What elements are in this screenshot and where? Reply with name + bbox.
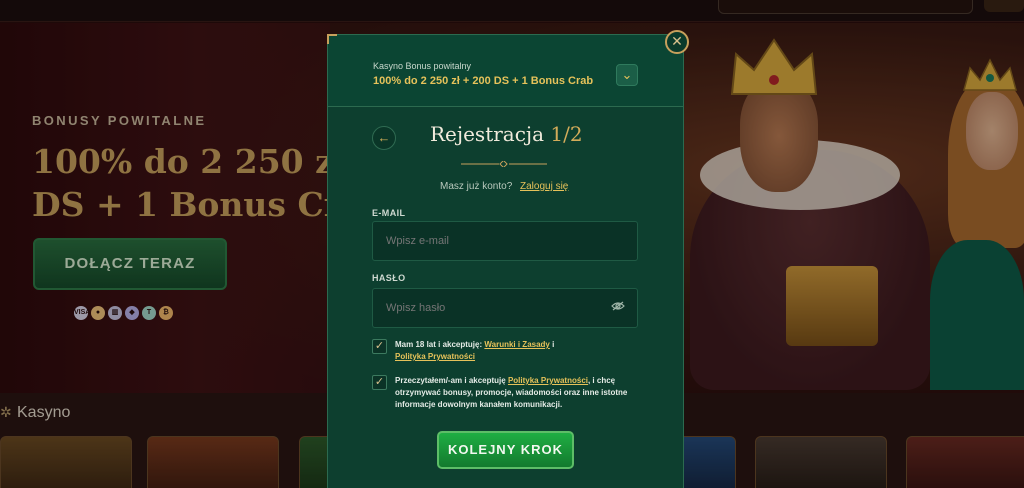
terms-link[interactable]: Warunki i Zasady bbox=[484, 340, 550, 349]
login-link[interactable]: Zaloguj się bbox=[520, 181, 568, 192]
terms-text: Mam 18 lat i akceptuję: Warunki i Zasady… bbox=[395, 339, 645, 363]
marketing-privacy-link[interactable]: Polityka Prywatności bbox=[508, 376, 588, 385]
next-step-button[interactable]: KOLEJNY KROK bbox=[437, 431, 574, 469]
terms-text-part1: Mam 18 lat i akceptuję: bbox=[395, 340, 485, 349]
marketing-text: Przeczytałem/-am i akceptuję Polityka Pr… bbox=[395, 375, 645, 411]
registration-modal: Kasyno Bonus powitalny 100% do 2 250 zł … bbox=[327, 34, 684, 488]
corner-ornament bbox=[327, 34, 337, 44]
terms-text-part2: i bbox=[549, 340, 555, 349]
registration-title-text: Rejestracja bbox=[430, 122, 545, 146]
ornament-divider bbox=[461, 161, 547, 167]
email-label: E-MAIL bbox=[372, 208, 406, 218]
close-icon[interactable]: ✕ bbox=[665, 30, 689, 54]
email-field[interactable] bbox=[372, 221, 638, 261]
registration-title: Rejestracja 1/2 bbox=[430, 122, 583, 146]
bonus-label: Kasyno Bonus powitalny bbox=[373, 61, 472, 71]
have-account-text: Masz już konto? bbox=[440, 181, 513, 192]
privacy-policy-link[interactable]: Polityka Prywatności bbox=[395, 352, 475, 361]
bonus-selector[interactable]: Kasyno Bonus powitalny 100% do 2 250 zł … bbox=[328, 35, 683, 107]
registration-step: 1/2 bbox=[550, 122, 583, 146]
password-label: HASŁO bbox=[372, 273, 406, 283]
marketing-text-part1: Przeczytałem/-am i akceptuję bbox=[395, 376, 508, 385]
eye-icon[interactable] bbox=[611, 301, 625, 311]
back-arrow-icon[interactable]: ← bbox=[372, 126, 396, 150]
terms-checkbox[interactable]: ✓ bbox=[372, 339, 387, 354]
chevron-down-icon[interactable]: ⌄ bbox=[616, 64, 638, 86]
password-field[interactable] bbox=[372, 288, 638, 328]
marketing-checkbox[interactable]: ✓ bbox=[372, 375, 387, 390]
bonus-text: 100% do 2 250 zł + 200 DS + 1 Bonus Crab bbox=[373, 75, 594, 87]
